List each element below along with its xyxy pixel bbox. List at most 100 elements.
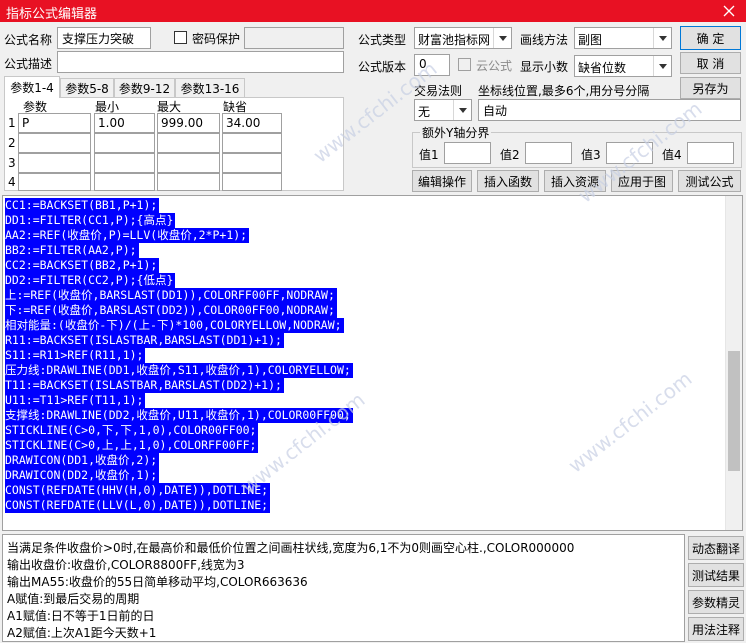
type-select[interactable]: 财富池指标网 [414,27,512,49]
param-wizard-button[interactable]: 参数精灵 [688,590,744,614]
yaxis-value-label: 值1 [419,148,439,162]
output-line: A2赋值:上次A1距今天数+1 [7,626,157,640]
param-name-cell[interactable] [18,173,91,191]
output-line: 输出收盘价:收盘价,COLOR8800FF,线宽为3 [7,558,245,572]
cancel-button[interactable]: 取 消 [680,52,741,74]
code-line: STICKLINE(C>0,上,上,1,0),COLORFF00FF; [5,438,259,453]
insert-function-button[interactable]: 插入函数 [477,170,539,192]
code-line: 下:=REF(收盘价,BARSLAST(DD2)),COLOR00FF00,NO… [5,303,337,318]
tab-params-9-12[interactable]: 参数9-12 [114,78,175,97]
save-as-button[interactable]: 另存为 [680,77,741,99]
param-min-cell[interactable] [94,153,155,173]
param-name-cell[interactable] [18,153,91,173]
test-result-button[interactable]: 测试结果 [688,563,744,587]
code-line: DD1:=FILTER(CC1,P);{高点} [5,213,176,228]
yaxis-title: 额外Y轴分界 [420,124,492,141]
type-label: 公式类型 [358,33,407,47]
param-default-cell[interactable] [222,133,282,153]
yaxis-value-label: 值4 [662,148,682,162]
param-min-cell[interactable] [94,173,155,191]
chevron-down-icon [653,56,671,76]
code-line: 支撑线:DRAWLINE(DD2,收盘价,U11,收盘价,1),COLOR00F… [5,408,353,423]
param-min-cell[interactable] [94,133,155,153]
output-line: 当满足条件收盘价>0时,在最高价和最低价位置之间画柱状线,宽度为6,1不为0则画… [7,541,575,555]
yaxis-value-label: 值3 [581,148,601,162]
cloud-label: 云公式 [476,59,513,73]
ok-button[interactable]: 确 定 [680,26,741,50]
param-row-no: 2 [8,136,16,150]
yaxis-value-4-input[interactable] [687,142,734,164]
desc-input[interactable] [57,51,344,73]
code-line: T11:=BACKSET(ISLASTBAR,BARSLAST(DD2)+1); [5,378,284,393]
password-input [244,27,344,49]
param-default-cell[interactable]: 34.00 [222,113,282,133]
output-line: A1赋值:日不等于1日前的日 [7,609,155,623]
param-row-no: 4 [8,175,16,189]
name-label: 公式名称 [4,33,53,47]
dynamic-translate-button[interactable]: 动态翻译 [688,536,744,560]
code-line: CONST(REFDATE(LLV(L,0),DATE)),DOTLINE; [5,498,271,513]
code-line: S11:=R11>REF(R11,1); [5,348,146,363]
decimals-value: 缺省位数 [578,61,627,75]
param-min-cell[interactable]: 1.00 [94,113,155,133]
type-value: 财富池指标网 [418,33,491,47]
scrollbar-thumb[interactable] [728,351,740,471]
close-icon [723,5,735,17]
desc-label: 公式描述 [4,57,53,71]
params-panel: 参数 最小 最大 缺省 1 P 1.00 999.00 34.00 2 3 4 [4,97,344,191]
trade-rule-select[interactable]: 无 [414,99,472,121]
usage-notes-button[interactable]: 用法注释 [688,617,744,641]
param-max-cell[interactable]: 999.00 [157,113,220,133]
name-input[interactable]: 支撑压力突破 [57,27,151,49]
output-panel: 当满足条件收盘价>0时,在最高价和最低价位置之间画柱状线,宽度为6,1不为0则画… [2,534,685,642]
version-label: 公式版本 [358,60,407,74]
yaxis-value-1-input[interactable] [444,142,491,164]
close-button[interactable] [712,0,746,22]
param-default-cell[interactable] [222,173,282,191]
code-line: R11:=BACKSET(ISLASTBAR,BARSLAST(DD1)+1); [5,333,284,348]
window-title: 指标公式编辑器 [6,7,98,22]
tab-params-1-4[interactable]: 参数1-4 [4,76,60,98]
code-line: 上:=REF(收盘价,BARSLAST(DD1)),COLORFF00FF,NO… [5,288,337,303]
code-line: 相对能量:(收盘价-下)/(上-下)*100,COLORYELLOW,NODRA… [5,318,344,333]
code-line: DD2:=FILTER(CC2,P);{低点} [5,273,176,288]
draw-value: 副图 [578,33,603,47]
param-max-cell[interactable] [157,173,220,191]
draw-select[interactable]: 副图 [574,27,672,49]
code-line: CC1:=BACKSET(BB1,P+1); [5,198,160,213]
password-checkbox[interactable] [174,31,187,44]
param-name-cell[interactable]: P [18,113,91,133]
axis-label: 坐标线位置,最多6个,用分号分隔 [478,84,650,98]
param-row-no: 3 [8,156,16,170]
param-default-cell[interactable] [222,153,282,173]
param-max-cell[interactable] [157,133,220,153]
chevron-down-icon [453,100,471,120]
code-line: DRAWICON(DD2,收盘价,1); [5,468,160,483]
code-line: AA2:=REF(收盘价,P)=LLV(收盘价,2*P+1); [5,228,250,243]
code-line: BB2:=FILTER(AA2,P); [5,243,139,258]
password-label: 密码保护 [192,32,241,46]
tab-params-5-8[interactable]: 参数5-8 [60,78,114,97]
code-line: 压力线:DRAWLINE(DD1,收盘价,S11,收盘价,1),COLORYEL… [5,363,353,378]
tab-params-13-16[interactable]: 参数13-16 [175,78,245,97]
param-name-cell[interactable] [18,133,91,153]
code-line: CONST(REFDATE(HHV(H,0),DATE)),DOTLINE; [5,483,271,498]
title-bar: 指标公式编辑器 [0,0,746,22]
test-formula-button[interactable]: 测试公式 [678,170,741,192]
code-editor[interactable]: CC1:=BACKSET(BB1,P+1); DD1:=FILTER(CC1,P… [2,195,743,531]
code-line: U11:=T11>REF(T11,1); [5,393,146,408]
param-max-cell[interactable] [157,153,220,173]
code-line: DRAWICON(DD1,收盘价,2); [5,453,160,468]
output-line: A赋值:到最后交易的周期 [7,592,140,606]
chevron-down-icon [653,28,671,48]
yaxis-value-2-input[interactable] [525,142,572,164]
chevron-down-icon [493,28,511,48]
output-line: 输出MA55:收盘价的55日简单移动平均,COLOR663636 [7,575,308,589]
draw-label: 画线方法 [520,33,569,47]
decimals-label: 显示小数 [520,60,569,74]
decimals-select[interactable]: 缺省位数 [574,55,672,77]
editor-scrollbar[interactable] [725,196,742,530]
code-line: STICKLINE(C>0,下,下,1,0),COLOR00FF00; [5,423,259,438]
cloud-checkbox [458,58,471,71]
edit-operation-button[interactable]: 编辑操作 [412,170,472,192]
